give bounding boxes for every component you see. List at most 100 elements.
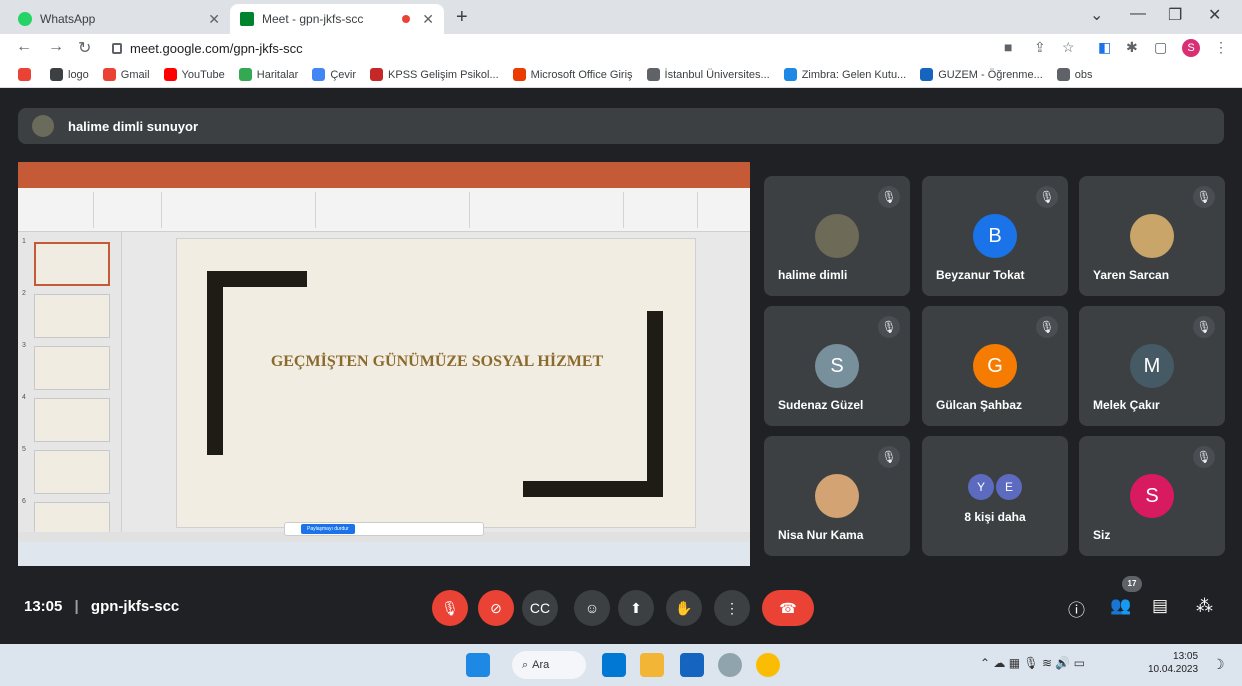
- slide-thumbnail[interactable]: [34, 346, 110, 390]
- slide-thumbnail[interactable]: [34, 398, 110, 442]
- chat-icon[interactable]: ▤: [1152, 596, 1168, 616]
- bookmark-item[interactable]: GUZEM - Öğrenme...: [920, 68, 1043, 81]
- notification-icon[interactable]: ☽: [1212, 656, 1225, 673]
- bookmark-star-icon[interactable]: ☆: [1062, 39, 1075, 56]
- bookmark-label: İstanbul Üniversites...: [664, 68, 770, 81]
- bookmark-item[interactable]: [18, 68, 36, 81]
- taskbar-search[interactable]: ⌕ Ara: [512, 651, 586, 679]
- restore-button[interactable]: ❐: [1168, 5, 1182, 25]
- menu-icon[interactable]: ⋮: [1214, 39, 1228, 56]
- bookmark-item[interactable]: obs: [1056, 68, 1093, 81]
- search-icon: ⌕: [522, 658, 529, 671]
- stop-sharing-button[interactable]: Paylaşmayı durdur: [301, 524, 355, 534]
- participant-tile[interactable]: 🎙 Nisa Nur Kama: [764, 436, 910, 556]
- meeting-details-icon[interactable]: ⓘ: [1068, 596, 1085, 621]
- bookmark-favicon-icon: [1056, 68, 1070, 81]
- forward-button[interactable]: →: [48, 38, 64, 56]
- bookmark-item[interactable]: YouTube: [163, 68, 225, 81]
- raise-hand-button[interactable]: ✋: [666, 590, 702, 626]
- close-icon[interactable]: ✕: [208, 11, 220, 28]
- tab-whatsapp[interactable]: WhatsApp ✕: [8, 4, 230, 34]
- bookmark-item[interactable]: KPSS Gelişim Psikol...: [370, 68, 499, 81]
- participant-tile[interactable]: 🎙 S Siz: [1079, 436, 1225, 556]
- meet-control-bar: 13:05 | gpn-jkfs-scc 🎙 ⊘ CC ☺ ⬆ ✋ ⋮ ☎ ⓘ …: [0, 576, 1242, 636]
- bookmark-item[interactable]: Çevir: [312, 68, 356, 81]
- leave-call-button[interactable]: ☎: [762, 590, 814, 626]
- people-icon[interactable]: 👥: [1110, 596, 1131, 616]
- muted-microphone-icon: 🎙: [878, 186, 900, 208]
- slide-number: 2: [22, 290, 26, 297]
- profile-avatar[interactable]: S: [1182, 39, 1200, 57]
- bookmark-label: YouTube: [181, 68, 225, 81]
- bookmark-favicon-icon: [102, 68, 116, 81]
- new-tab-button[interactable]: +: [456, 6, 468, 29]
- extension-icon[interactable]: ◧: [1098, 39, 1111, 56]
- microphone-off-button[interactable]: 🎙: [432, 590, 468, 626]
- puzzle-icon[interactable]: ✱: [1126, 39, 1138, 56]
- slide-number: 1: [22, 238, 26, 245]
- recording-indicator-icon: [402, 15, 411, 23]
- bookmark-item[interactable]: logo: [50, 68, 89, 81]
- slide-thumbnail[interactable]: [34, 242, 110, 286]
- search-label: Ara: [532, 659, 550, 671]
- participant-name: Melek Çakır: [1093, 398, 1160, 412]
- whatsapp-icon: [18, 12, 32, 26]
- activities-icon[interactable]: ⁂: [1196, 596, 1213, 616]
- bookmark-item[interactable]: İstanbul Üniversites...: [646, 68, 770, 81]
- windows-taskbar: ⌕ Ara ⌃ ☁ ▦ 🎙 ≋ 🔊 ▭ 13:05 10.04.2023 ☽: [0, 644, 1242, 686]
- ribbon-group: [320, 192, 470, 228]
- meeting-info: 13:05 | gpn-jkfs-scc: [24, 598, 179, 615]
- side-panel-icon[interactable]: ▢: [1154, 39, 1167, 56]
- muted-microphone-icon: 🎙: [1193, 316, 1215, 338]
- participant-tile[interactable]: 🎙 Yaren Sarcan: [1079, 176, 1225, 296]
- participant-avatar: B: [973, 214, 1017, 258]
- participant-name: Beyzanur Tokat: [936, 268, 1025, 282]
- ribbon-group: [98, 192, 162, 228]
- camera-off-button[interactable]: ⊘: [478, 590, 514, 626]
- slide-thumbnail-panel: 1 2 3 4 5 6: [18, 232, 122, 546]
- tab-label: Meet - gpn-jkfs-scc: [262, 12, 364, 26]
- reload-button[interactable]: ↻: [78, 38, 91, 58]
- system-tray[interactable]: ⌃ ☁ ▦ 🎙 ≋ 🔊 ▭: [980, 656, 1085, 670]
- close-icon[interactable]: ✕: [422, 11, 434, 28]
- chrome-icon[interactable]: [756, 653, 780, 677]
- present-screen-button[interactable]: ⬆: [618, 590, 654, 626]
- slide-thumbnail[interactable]: [34, 450, 110, 494]
- powerpoint-ribbon: [18, 188, 750, 232]
- emoji-reaction-button[interactable]: ☺: [574, 590, 610, 626]
- shared-screen: 1 2 3 4 5 6 GEÇMİŞTEN GÜNÜMÜZE SOSYAL Hİ…: [18, 162, 750, 566]
- participant-tile[interactable]: 🎙 halime dimli: [764, 176, 910, 296]
- participant-tile[interactable]: 🎙 S Sudenaz Güzel: [764, 306, 910, 426]
- bookmark-item[interactable]: Gmail: [102, 68, 150, 81]
- bookmark-item[interactable]: Haritalar: [238, 68, 298, 81]
- bookmark-item[interactable]: Zimbra: Gelen Kutu...: [783, 68, 906, 81]
- taskbar-clock[interactable]: 13:05 10.04.2023: [1148, 650, 1198, 676]
- bookmark-label: Microsoft Office Giriş: [530, 68, 633, 81]
- clock-time: 13:05: [1173, 651, 1199, 662]
- app-icon[interactable]: [718, 653, 742, 677]
- calendar-icon[interactable]: [680, 653, 704, 677]
- captions-button[interactable]: CC: [522, 590, 558, 626]
- participant-tile[interactable]: YE 8 kişi daha: [922, 436, 1068, 556]
- tab-search-icon[interactable]: ⌄: [1090, 5, 1103, 25]
- file-explorer-icon[interactable]: [640, 653, 664, 677]
- participant-name: halime dimli: [778, 268, 848, 282]
- participant-tile[interactable]: 🎙 B Beyzanur Tokat: [922, 176, 1068, 296]
- bookmark-item[interactable]: Microsoft Office Giriş: [512, 68, 633, 81]
- participant-tile[interactable]: 🎙 M Melek Çakır: [1079, 306, 1225, 426]
- participant-tile[interactable]: 🎙 G Gülcan Şahbaz: [922, 306, 1068, 426]
- windows-start-icon[interactable]: [466, 653, 490, 677]
- more-options-button[interactable]: ⋮: [714, 590, 750, 626]
- close-window-button[interactable]: ✕: [1208, 5, 1221, 25]
- bookmark-label: Çevir: [330, 68, 357, 81]
- camera-indicator-icon[interactable]: ■: [1004, 39, 1012, 55]
- microsoft-store-icon[interactable]: [602, 653, 626, 677]
- url-field[interactable]: meet.google.com/gpn-jkfs-scc: [112, 37, 972, 59]
- minimize-button[interactable]: —: [1130, 5, 1146, 23]
- share-page-icon[interactable]: ⇪: [1034, 39, 1046, 56]
- participant-avatar: M: [1130, 344, 1174, 388]
- tab-meet[interactable]: Meet - gpn-jkfs-scc ✕: [230, 4, 444, 34]
- slide-thumbnail[interactable]: [34, 294, 110, 338]
- slide-number: 5: [22, 446, 26, 453]
- back-button[interactable]: ←: [16, 38, 32, 56]
